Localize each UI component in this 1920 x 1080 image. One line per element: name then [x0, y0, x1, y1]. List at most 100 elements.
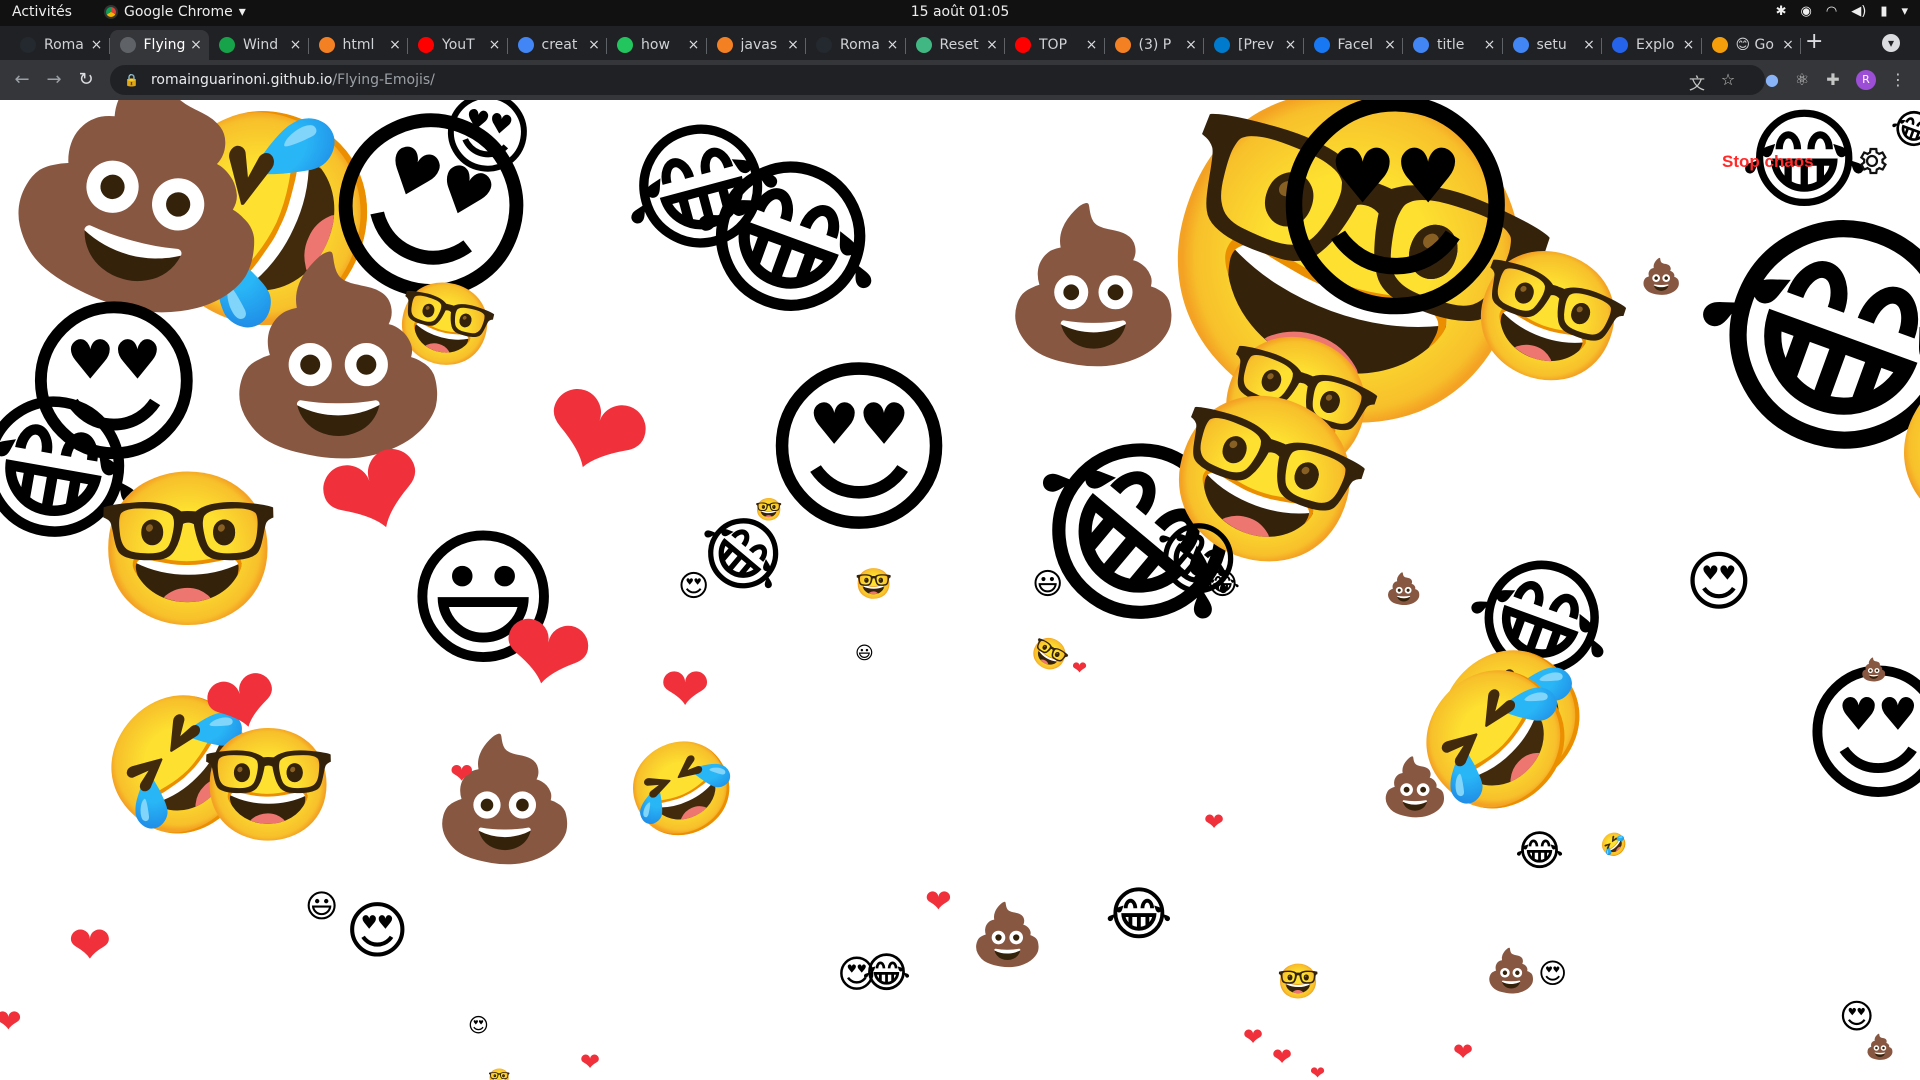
browser-tab[interactable]: YouT × — [408, 30, 508, 60]
rofl-emoji: 🤣 — [1600, 833, 1628, 858]
stackoverflow-icon — [318, 37, 335, 53]
reload-icon[interactable]: ↻ — [74, 69, 98, 90]
close-icon[interactable]: × — [1381, 37, 1399, 53]
poop-emoji: 💩 — [1640, 257, 1683, 297]
activities-button[interactable]: Activités — [12, 4, 72, 20]
browser-tab[interactable]: Wind × — [209, 30, 309, 60]
tab-title: 😊 Go — [1735, 37, 1774, 53]
heart-eyes-emoji: 😍 — [1839, 997, 1875, 1037]
close-icon[interactable]: × — [287, 37, 305, 53]
react-devtools-icon[interactable]: ⚛ — [1792, 70, 1812, 89]
url-path: /Flying-Emojis/ — [332, 72, 435, 88]
tab-title: (3) P — [1138, 37, 1172, 53]
nerd-emoji: 🤓 — [755, 498, 783, 523]
flying-emojis-page: 😍🤣💩😍😂😂🤓😍💩🤓💩😍😂🤓❤❤😍🤓🤓😂🤓😂🤣😂😂💩😂🤓😃❤😂😍🤓😃😂💩😍😂🤣🤣… — [0, 100, 1920, 1080]
facebook-icon — [1313, 37, 1330, 53]
tab-title: Roma — [44, 37, 84, 53]
browser-tab[interactable]: title × — [1403, 30, 1503, 60]
tab-search-icon[interactable]: ▾ — [1882, 34, 1900, 52]
rofl-emoji: 🤣 — [610, 721, 752, 859]
tab-title: Reset — [939, 37, 979, 53]
browser-tab[interactable]: javas × — [707, 30, 806, 60]
close-icon[interactable]: × — [187, 37, 205, 53]
browser-tab[interactable]: (3) P × — [1105, 30, 1204, 60]
new-tab-button[interactable]: + — [1805, 30, 1823, 54]
wifi-icon[interactable]: ◠ — [1826, 4, 1837, 19]
browser-tab[interactable]: creat × — [508, 30, 607, 60]
slack-icon[interactable]: ✱ — [1776, 4, 1787, 19]
app-menu[interactable]: Google Chrome ▾ — [104, 4, 246, 20]
discord-icon[interactable]: ◉ — [1801, 4, 1812, 19]
tab-title: Facel — [1337, 37, 1374, 53]
laughing-emoji: 😂 — [862, 948, 912, 997]
heart-eyes-emoji: 😍 — [1538, 957, 1568, 990]
close-icon[interactable]: × — [1680, 37, 1698, 53]
browser-tab[interactable]: Facel × — [1304, 30, 1403, 60]
tab-title: how — [641, 37, 670, 53]
address-bar[interactable]: 🔒 romainguarinoni.github.io/Flying-Emoji… — [110, 65, 1765, 95]
browser-tab[interactable]: Explo × — [1602, 30, 1702, 60]
kebab-menu-icon[interactable]: ⋮ — [1888, 70, 1908, 89]
translate-icon[interactable]: 文 — [1687, 70, 1707, 94]
back-icon[interactable]: ← — [10, 69, 34, 90]
close-icon[interactable]: × — [386, 37, 404, 53]
browser-tab[interactable]: [Prev × — [1204, 30, 1304, 60]
heart-eyes-emoji: 😍 — [678, 569, 710, 604]
grin-emoji: 😃 — [305, 887, 339, 925]
vue-icon — [915, 37, 932, 53]
tab-title: [Prev — [1238, 37, 1275, 53]
browser-tab[interactable]: how × — [607, 30, 707, 60]
close-icon[interactable]: × — [1083, 37, 1101, 53]
extensions-puzzle-icon[interactable]: ✚ — [1823, 70, 1843, 89]
volume-icon[interactable]: ◀) — [1851, 4, 1866, 19]
heart-emoji: ❤ — [1204, 808, 1225, 836]
tab-title: html — [342, 37, 375, 53]
browser-tab[interactable]: TOP × — [1005, 30, 1105, 60]
heart-emoji: ❤ — [660, 655, 711, 725]
chrome-icon — [104, 5, 118, 19]
browser-tab[interactable]: html × — [309, 30, 408, 60]
browser-tab[interactable]: Flying × — [109, 30, 209, 60]
battery-icon[interactable]: ▮ — [1880, 4, 1887, 19]
browser-tab[interactable]: setu × — [1503, 30, 1602, 60]
globe-icon — [119, 37, 136, 53]
close-icon[interactable]: × — [685, 37, 703, 53]
browser-tab[interactable]: 😊 Go × — [1702, 30, 1801, 60]
github-icon — [20, 37, 36, 53]
close-icon[interactable]: × — [784, 37, 802, 53]
system-tray[interactable]: ✱ ◉ ◠ ◀) ▮ ▾ — [1776, 4, 1908, 19]
heart-emoji: ❤ — [1310, 1063, 1326, 1080]
stackoverflow-icon — [716, 37, 733, 53]
extension-badge-icon[interactable]: ● — [1762, 70, 1782, 89]
browser-tab[interactable]: Roma × — [10, 30, 110, 60]
profile-avatar[interactable]: R — [1856, 70, 1876, 90]
nerd-emoji: 🤓 — [1024, 630, 1074, 680]
chevron-down-icon[interactable]: ▾ — [1901, 4, 1908, 19]
heart-emoji: ❤ — [925, 882, 952, 920]
close-icon[interactable]: × — [1580, 37, 1598, 53]
laughing-emoji: 😂 — [1515, 826, 1565, 875]
close-icon[interactable]: × — [585, 37, 603, 53]
laughing-emoji: 😂 — [1205, 567, 1241, 602]
close-icon[interactable]: × — [1779, 37, 1797, 53]
nerd-emoji: 🤓 — [1277, 962, 1320, 1002]
close-icon[interactable]: × — [884, 37, 902, 53]
close-icon[interactable]: × — [983, 37, 1001, 53]
forward-icon[interactable]: → — [42, 69, 66, 90]
bookmark-star-icon[interactable]: ☆ — [1718, 70, 1738, 89]
close-icon[interactable]: × — [486, 37, 504, 53]
browser-tab[interactable]: Reset × — [906, 30, 1005, 60]
lock-icon[interactable]: 🔒 — [124, 73, 139, 87]
close-icon[interactable]: × — [88, 37, 106, 53]
close-icon[interactable]: × — [1282, 37, 1300, 53]
poop-emoji: 💩 — [1380, 755, 1450, 820]
close-icon[interactable]: × — [1182, 37, 1200, 53]
grin-emoji: 😃 — [1032, 567, 1064, 602]
close-icon[interactable]: × — [1481, 37, 1499, 53]
browser-tab[interactable]: Roma × — [806, 30, 906, 60]
stop-chaos-button[interactable]: Stop chaos — [1722, 152, 1814, 172]
gear-icon[interactable] — [1855, 144, 1889, 178]
tab-title: title — [1437, 37, 1465, 53]
clock[interactable]: 15 août 01:05 — [911, 4, 1010, 20]
system-top-bar: Activités Google Chrome ▾ 15 août 01:05 … — [0, 0, 1920, 26]
